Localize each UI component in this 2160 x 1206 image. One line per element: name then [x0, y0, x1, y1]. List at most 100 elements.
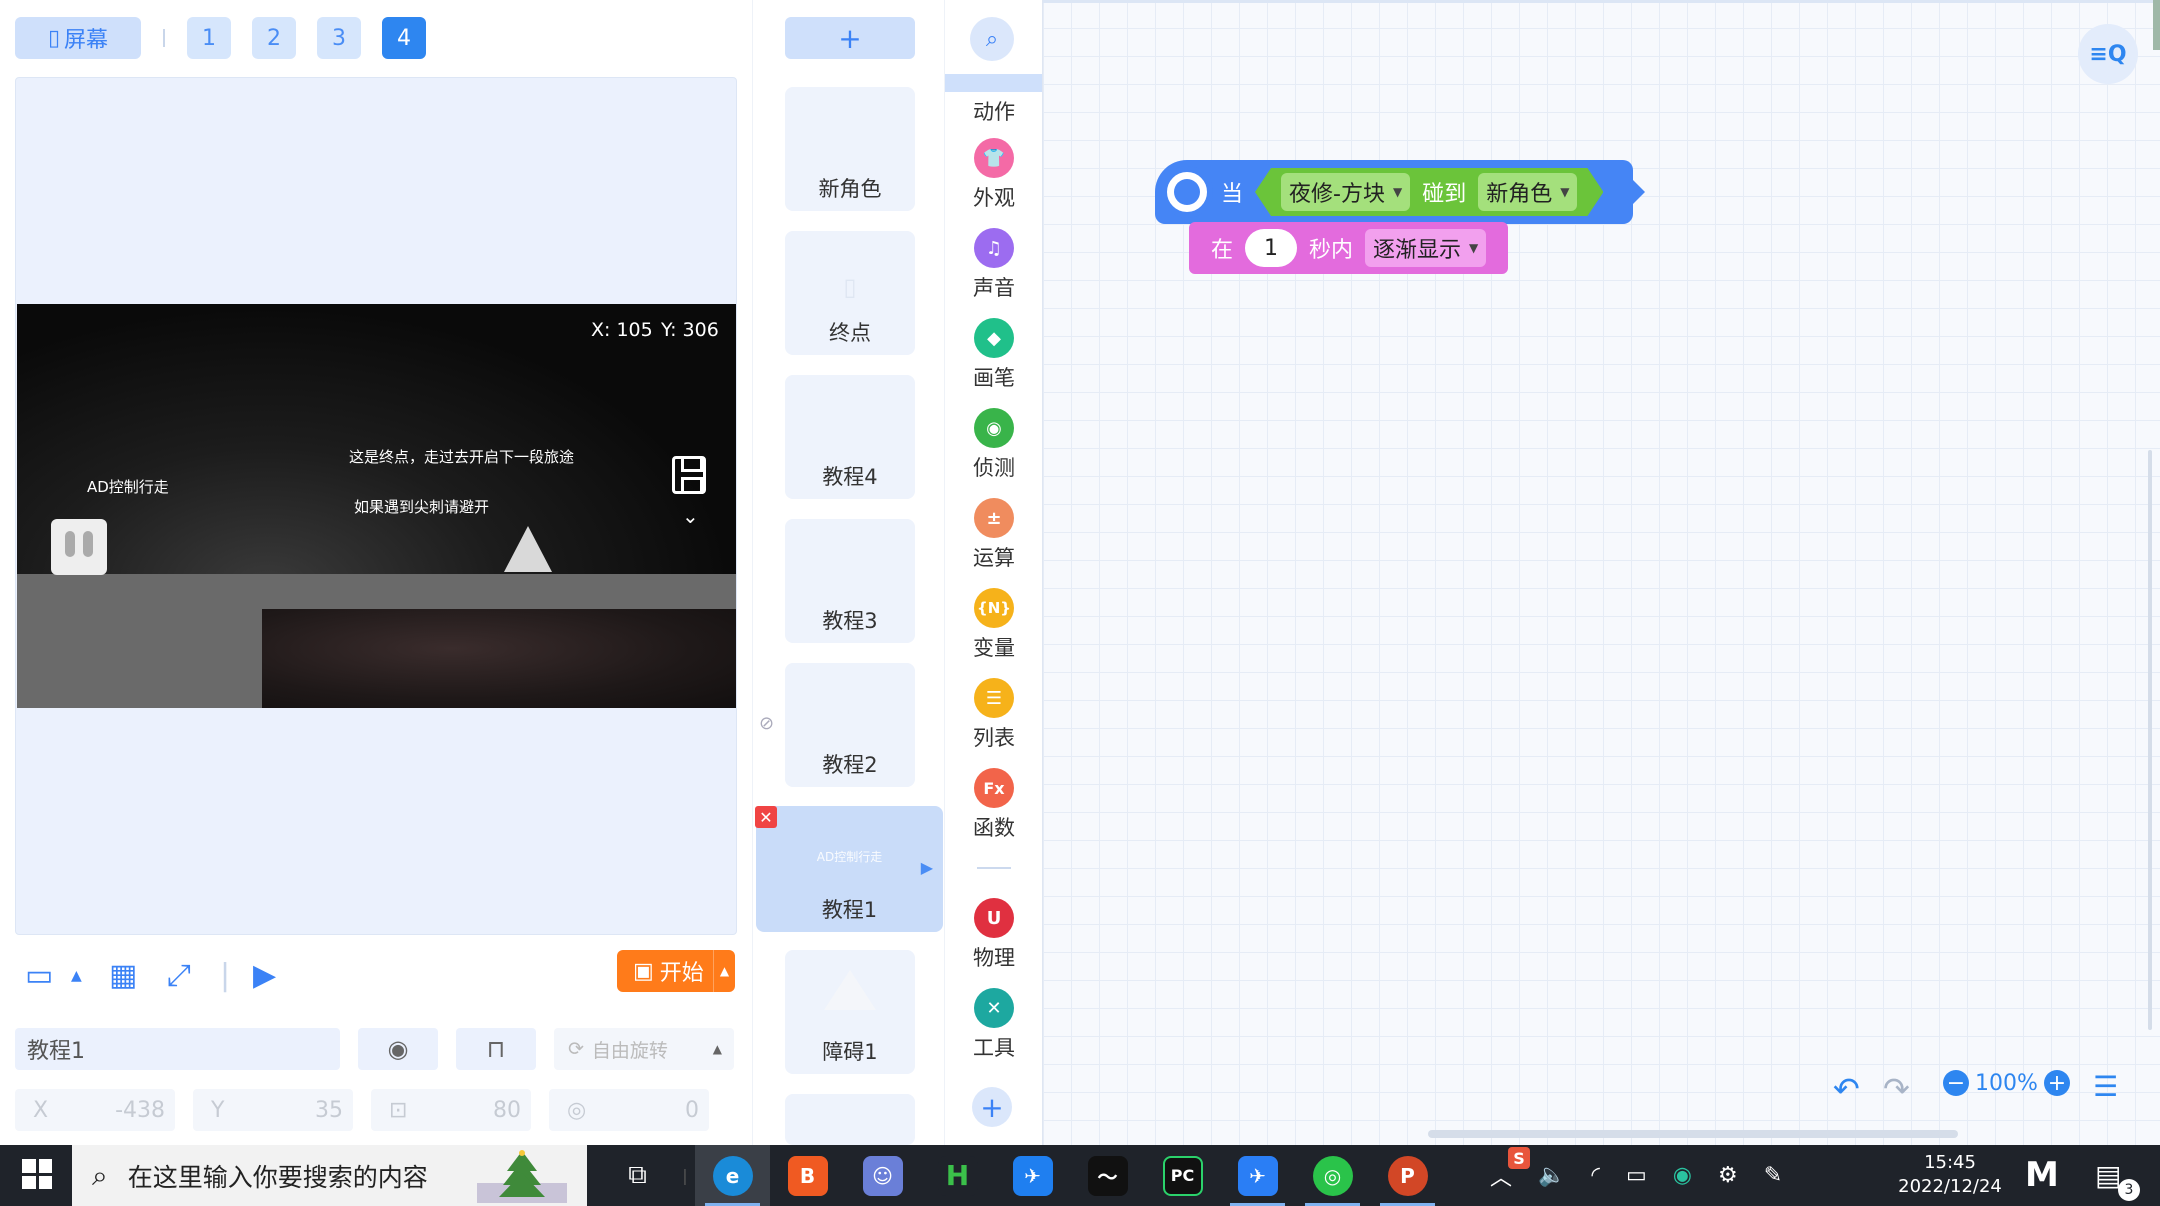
sprite-card[interactable]: 教程2	[785, 663, 915, 787]
undo-icon[interactable]: ↶	[1833, 1070, 1860, 1108]
page-button-2[interactable]: 2	[252, 17, 296, 59]
sprite-card[interactable]: 教程4	[785, 375, 915, 499]
wechat-icon[interactable]: ◎	[1295, 1145, 1370, 1206]
taskbar-clock[interactable]: 15:45 2022/12/24	[1895, 1151, 2005, 1199]
block-text-touching: 碰到	[1422, 182, 1467, 207]
chevron-right-icon[interactable]: ▶	[921, 858, 933, 877]
grid-icon[interactable]: ▦	[109, 958, 137, 993]
code-workspace[interactable]: ≡Q 当 夜修-方块 ▼ 碰到 新角色 ▼ 在 1 秒内 逐渐显示 ▼ ↶ ↷ …	[1042, 0, 2160, 1145]
horizontal-scrollbar[interactable]	[1428, 1130, 1958, 1138]
edge-browser-icon[interactable]: e	[695, 1145, 770, 1206]
input-method-icon[interactable]: M	[2025, 1155, 2059, 1195]
stage-canvas[interactable]: X: 105 Y: 306 这是终点，走过去开启下一段旅途 如果遇到尖刺请避开 …	[17, 304, 736, 708]
x-field[interactable]: X -438	[15, 1089, 175, 1131]
sprite-card-selected[interactable]: AD控制行走 ▶ 教程1	[756, 806, 943, 932]
redo-icon[interactable]: ↷	[1883, 1070, 1910, 1108]
fade-in-block[interactable]: 在 1 秒内 逐渐显示 ▼	[1189, 222, 1509, 274]
brave-browser-icon[interactable]: B	[770, 1145, 845, 1206]
defender-icon[interactable]: ◉	[1673, 1163, 1692, 1188]
search-icon[interactable]: ⌕	[970, 17, 1014, 61]
app-root: ▯ 屏幕 1 2 3 4 X: 105 Y: 306 这是终点，走过去开启下一段…	[0, 0, 2160, 1206]
effect-dropdown[interactable]: 逐渐显示 ▼	[1365, 229, 1487, 267]
volume-icon[interactable]: 🔈	[1538, 1163, 1565, 1188]
sprite-card[interactable]: 新角色	[785, 87, 915, 211]
sprite-card[interactable]: 教程3	[785, 519, 915, 643]
dingtalk-icon[interactable]: ✈	[1220, 1145, 1295, 1206]
seconds-input[interactable]: 1	[1245, 229, 1298, 267]
screen-toggle-button[interactable]: ▯ 屏幕	[15, 17, 141, 59]
sprite-thumb: AD控制行走	[816, 850, 883, 864]
powerpoint-icon[interactable]: P	[1370, 1145, 1445, 1206]
caret-up-icon[interactable]: ▲	[713, 950, 735, 992]
lock-button[interactable]: ⊓	[456, 1028, 536, 1070]
visibility-button[interactable]: ◉	[358, 1028, 438, 1070]
mascot-app-icon[interactable]: ☺	[845, 1145, 920, 1206]
x-value: -438	[115, 1097, 165, 1123]
sprite-card[interactable]	[785, 1094, 915, 1145]
feishu-icon[interactable]: ✈	[995, 1145, 1070, 1206]
caret-up-icon[interactable]: ▲	[71, 968, 82, 984]
delete-sprite-icon[interactable]: ✕	[755, 806, 777, 828]
category-tools[interactable]: ✕ 工具	[945, 988, 1043, 1062]
rotation-mode-select[interactable]: ⟳ 自由旋转 ▲	[554, 1028, 734, 1070]
tray-expand-icon[interactable]: ︿	[1490, 1160, 1512, 1192]
target-icon: ◉	[974, 408, 1014, 448]
category-looks[interactable]: 👕 外观	[945, 138, 1043, 212]
y-field[interactable]: Y 35	[193, 1089, 353, 1131]
y-label: Y	[211, 1097, 225, 1123]
save-icon[interactable]	[672, 456, 706, 494]
target-dropdown[interactable]: 新角色 ▼	[1478, 173, 1577, 211]
eye-icon: ◉	[387, 1035, 409, 1063]
add-extension-button[interactable]: +	[972, 1087, 1012, 1127]
category-motion[interactable]: 动作	[945, 92, 1043, 126]
category-operators[interactable]: ± 运算	[945, 498, 1043, 572]
zoom-out-button[interactable]: −	[1943, 1070, 1969, 1096]
wifi-icon[interactable]: ◜	[1591, 1163, 1600, 1188]
pen-icon[interactable]: ✎	[1764, 1163, 1782, 1188]
sprite-name-input[interactable]: 教程1	[15, 1028, 340, 1070]
category-lists[interactable]: ☰ 列表	[945, 678, 1043, 752]
category-variables[interactable]: {N} 变量	[945, 588, 1043, 662]
chevron-down-icon[interactable]: ⌄	[682, 504, 699, 528]
page-button-3[interactable]: 3	[317, 17, 361, 59]
block-search-icon[interactable]: ≡Q	[2078, 24, 2138, 84]
eraser-icon: ◆	[974, 318, 1014, 358]
task-view-icon[interactable]: ⧉	[600, 1145, 675, 1206]
category-pen[interactable]: ◆ 画笔	[945, 318, 1043, 392]
stage-size-icon[interactable]: ▭	[25, 958, 53, 993]
direction-field[interactable]: ◎ 0	[549, 1089, 709, 1131]
zoom-in-button[interactable]: +	[2043, 1070, 2070, 1096]
category-functions[interactable]: Fx 函数	[945, 768, 1043, 842]
windows-start-icon[interactable]	[22, 1159, 52, 1189]
typora-icon[interactable]: 〜	[1070, 1145, 1145, 1206]
workspace-top-border	[1043, 0, 2160, 3]
hidden-eye-icon[interactable]: ⊘	[759, 713, 774, 734]
play-preview-icon[interactable]: ▶	[253, 958, 276, 993]
sprite-card[interactable]: 障碍1	[785, 950, 915, 1074]
hbuilder-icon[interactable]: H	[920, 1145, 995, 1206]
fullscreen-icon[interactable]: ⤢	[167, 958, 191, 993]
category-sound[interactable]: ♫ 声音	[945, 228, 1043, 302]
category-sensing[interactable]: ◉ 侦测	[945, 408, 1043, 482]
pycharm-icon[interactable]: PC	[1145, 1145, 1220, 1206]
vertical-scrollbar[interactable]	[2148, 450, 2152, 1030]
align-blocks-icon[interactable]: ☰	[2093, 1070, 2118, 1103]
battery-icon[interactable]: ▭	[1626, 1163, 1647, 1188]
size-field[interactable]: ⊡ 80	[371, 1089, 531, 1131]
sprite-list: + 新角色 ▯ 终点 教程4 教程3 教程2 ⊘ AD控制行走 ▶ 教程1 ✕ …	[752, 0, 944, 1145]
when-touching-hat-block[interactable]: 当 夜修-方块 ▼ 碰到 新角色 ▼	[1155, 160, 1646, 224]
taskbar-search-box[interactable]: ⌕ 在这里输入你要搜索的内容	[72, 1145, 587, 1206]
add-sprite-button[interactable]: +	[785, 17, 915, 59]
category-physics[interactable]: U 物理	[945, 898, 1043, 972]
page-button-4[interactable]: 4	[382, 17, 426, 59]
touching-condition-block[interactable]: 夜修-方块 ▼ 碰到 新角色 ▼	[1255, 168, 1603, 216]
settings-icon[interactable]: ⚙	[1718, 1163, 1738, 1188]
start-button[interactable]: ▣ 开始 ▲	[617, 950, 735, 992]
coord-y: Y: 306	[661, 319, 719, 341]
christmas-tree-icon	[477, 1150, 567, 1203]
divider: |	[682, 1166, 688, 1185]
sprite-card[interactable]: ▯ 终点	[785, 231, 915, 355]
sprite-dropdown[interactable]: 夜修-方块 ▼	[1281, 173, 1410, 211]
page-button-1[interactable]: 1	[187, 17, 231, 59]
player-sprite	[51, 519, 107, 575]
